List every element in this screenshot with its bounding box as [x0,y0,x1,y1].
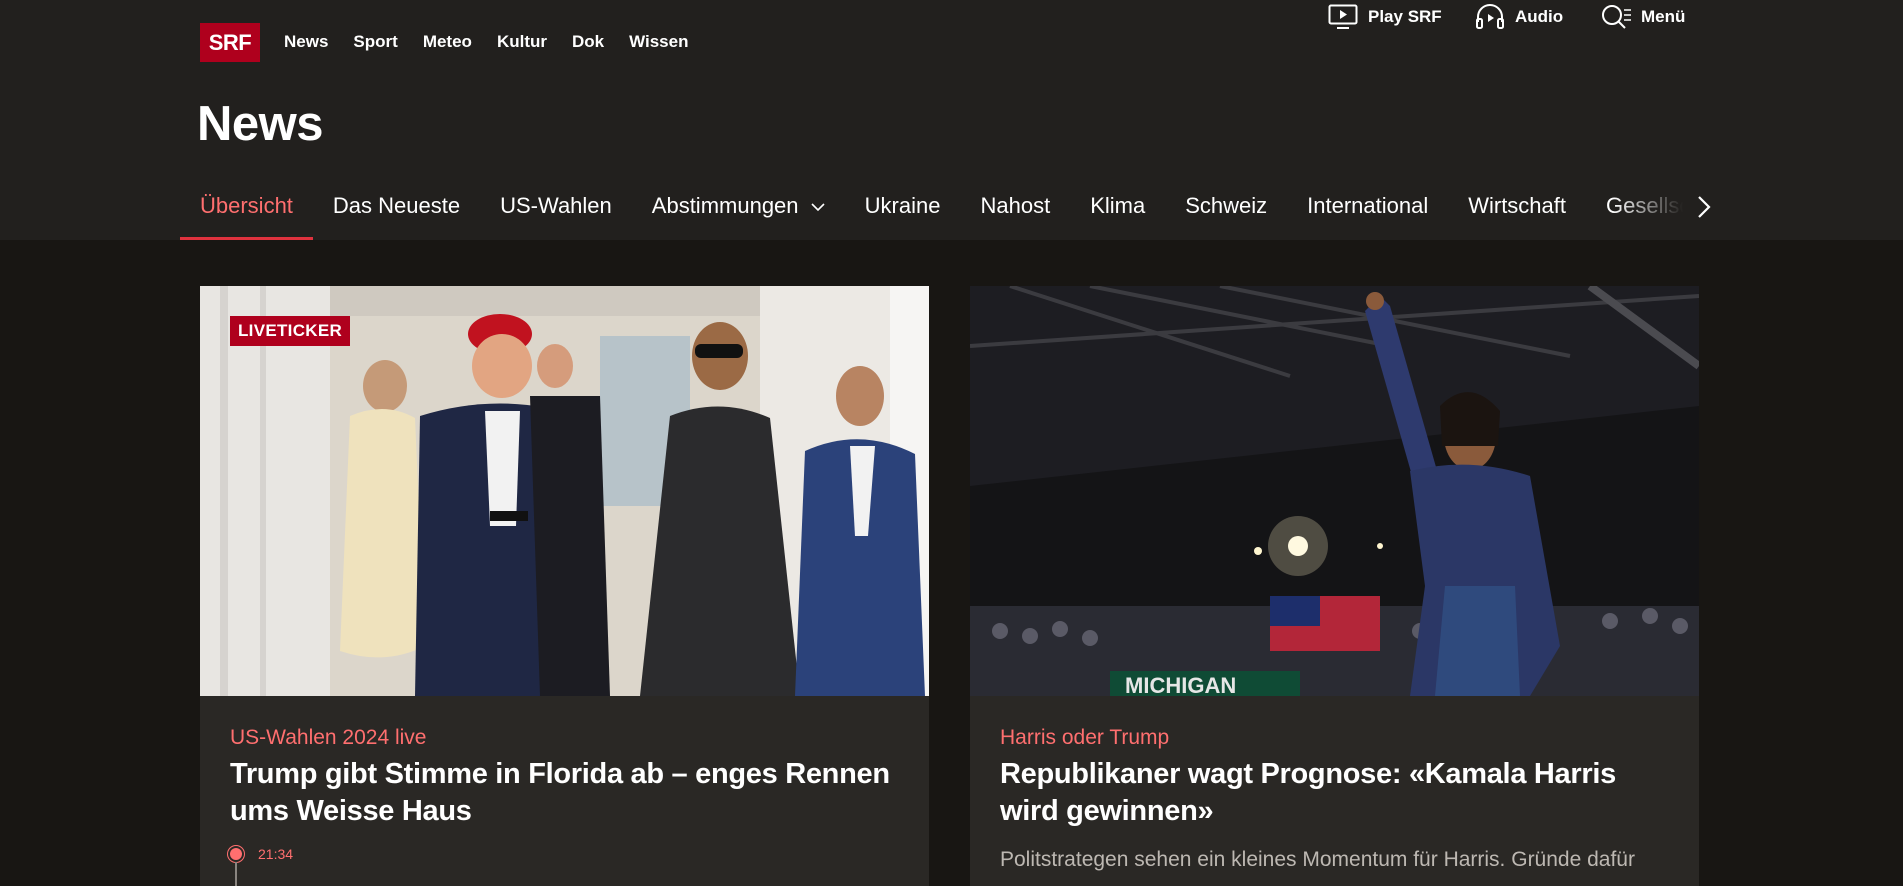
section-tabs: Übersicht Das Neueste US-Wahlen Abstimmu… [180,180,1700,240]
ticker-entry: 21:34 [230,846,293,862]
tabs-scroll-right-button[interactable] [1693,192,1715,222]
topnav-meteo[interactable]: Meteo [423,30,472,54]
tab-us-wahlen[interactable]: US-Wahlen [480,180,632,240]
ticker-line [235,862,237,886]
headphones-icon [1476,4,1504,29]
audio-link[interactable]: Audio [1475,0,1563,34]
card-kicker: Harris oder Trump [1000,726,1170,749]
srf-logo[interactable]: SRF [200,23,260,62]
tab-international[interactable]: International [1287,180,1448,240]
svg-text:MICHIGAN: MICHIGAN [1125,673,1236,696]
topnav-news[interactable]: News [284,30,328,54]
tab-abstimmungen-label: Abstimmungen [651,193,799,218]
teaser-image-harris: MICHIGAN [970,286,1699,696]
tab-uebersicht[interactable]: Übersicht [180,180,313,240]
audio-label: Audio [1515,7,1564,26]
tab-ukraine[interactable]: Ukraine [845,180,961,240]
tab-nahost[interactable]: Nahost [960,180,1070,240]
tab-abstimmungen[interactable]: Abstimmungen [632,180,845,240]
menu-button[interactable]: Menü [1601,0,1685,34]
liveticker-badge: LIVETICKER [230,316,351,346]
topnav-wissen[interactable]: Wissen [629,30,688,54]
teaser-image-trump [200,286,929,696]
card-kicker: US-Wahlen 2024 live [230,726,427,749]
chevron-right-icon [1698,196,1711,218]
card-lead: Politstrategen sehen ein kleines Momentu… [1000,848,1635,871]
play-tv-icon [1328,4,1358,29]
card-headline: Trump gibt Stimme in Florida ab – enges … [230,758,890,827]
top-navigation: News Sport Meteo Kultur Dok Wissen [284,30,713,54]
play-srf-label: Play SRF [1368,7,1442,26]
ticker-time: 21:34 [258,846,294,862]
live-dot-icon [230,848,242,860]
menu-label: Menü [1641,7,1686,26]
tab-klima[interactable]: Klima [1070,180,1165,240]
play-srf-link[interactable]: Play SRF [1328,0,1442,34]
topnav-sport[interactable]: Sport [353,30,397,54]
teaser-card-liveticker[interactable]: LIVETICKER US-Wahlen 2024 live Trump gib… [200,286,929,886]
topnav-kultur[interactable]: Kultur [497,30,547,54]
tab-das-neueste[interactable]: Das Neueste [313,180,480,240]
chevron-down-icon [811,203,825,212]
site-header: SRF News Sport Meteo Kultur Dok Wissen P… [0,0,1903,240]
topnav-dok[interactable]: Dok [572,30,604,54]
card-headline: Republikaner wagt Prognose: «Kamala Harr… [1000,758,1616,827]
tab-wirtschaft[interactable]: Wirtschaft [1448,180,1586,240]
teaser-card-harris[interactable]: MICHIGAN Harris oder Trump Republikaner … [970,286,1699,886]
tab-schweiz[interactable]: Schweiz [1165,180,1287,240]
page-title: News [197,97,324,151]
search-menu-icon [1602,5,1631,29]
